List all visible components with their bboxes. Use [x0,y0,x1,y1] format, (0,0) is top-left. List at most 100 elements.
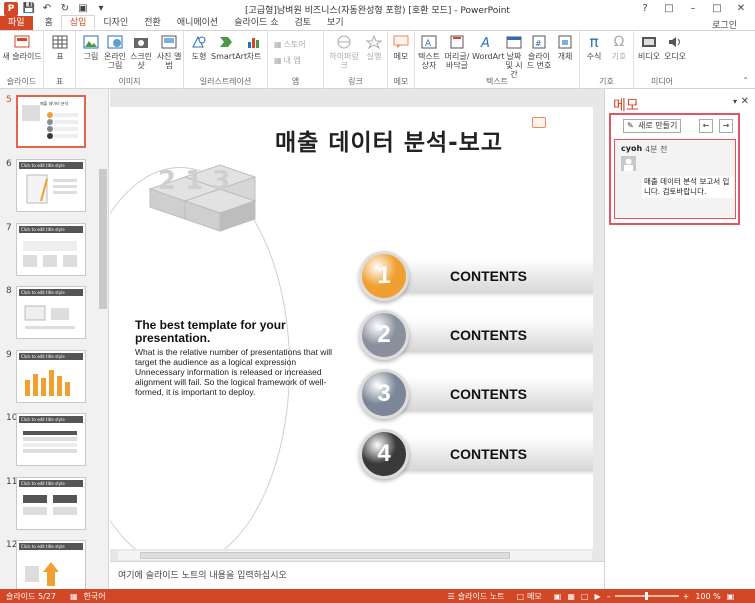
shapes-button[interactable]: 도형 [188,34,210,61]
pictures-button[interactable]: 그림 [80,34,102,61]
zoom-slider[interactable] [614,592,679,600]
screenshot-button[interactable]: 스크린샷 [128,34,154,70]
video-button[interactable]: 비디오 [636,34,662,61]
thumbnail-number: 6 [6,159,12,169]
audio-button[interactable]: 오디오 [662,34,688,61]
comments-toggle-icon[interactable]: □ [516,592,524,601]
group-symbols: π 수식 Ω 기호 기호 [580,31,634,89]
avatar [621,156,636,171]
next-comment-button[interactable]: → [719,119,733,133]
online-pictures-button[interactable]: 온라인 그림 [103,34,127,70]
body-heading[interactable]: The best template for your presentation. [135,319,345,345]
chart-button[interactable]: 차트 [244,34,264,61]
help-icon[interactable]: ? [633,0,657,17]
comment-text[interactable]: 매출 데이터 분석 보고서 입니다. 검토바랍니다. [642,176,734,198]
slide-canvas[interactable]: 2 1 3 매출 데이터 분석-보고 The best template for… [110,107,593,549]
slide-number-button[interactable]: # 슬라이드 번호 [526,34,552,70]
notes-toggle-icon[interactable]: ☰ [448,592,455,601]
tab-animations[interactable]: 애니메이션 [169,16,226,30]
close-icon[interactable]: ✕ [729,0,753,17]
shapes-icon [190,34,208,50]
store-button[interactable]: ▦ 스토어 [274,39,306,50]
normal-view-icon[interactable]: ▣ [554,592,562,601]
tab-view[interactable]: 보기 [319,16,352,30]
tab-file[interactable]: 파일 [0,16,33,30]
reading-view-icon[interactable]: □ [581,592,589,601]
slideshow-view-icon[interactable]: ▶ [594,592,600,601]
wordart-button[interactable]: A WordArt [472,34,504,61]
tab-design[interactable]: 디자인 [95,16,136,30]
group-links: 하이퍼링크 실행 링크 [324,31,388,89]
tab-insert[interactable]: 삽입 [60,15,96,30]
hyperlink-button[interactable]: 하이퍼링크 [326,34,362,70]
login-link[interactable]: 로그인 [712,18,737,31]
slide-title[interactable]: 매출 데이터 분석-보고 [275,123,503,157]
slide-thumbnail-10[interactable]: Click to edit title style [16,413,86,466]
tab-review[interactable]: 검토 [286,16,319,30]
close-pane-icon[interactable]: ✕ [741,96,749,107]
photo-album-button[interactable]: 사진 앨범 [156,34,182,70]
tab-home[interactable]: 홈 [37,16,61,30]
group-slides: 새 슬라이드 슬라이드 [0,31,44,89]
header-footer-button[interactable]: 머리글/바닥글 [442,34,472,70]
new-slide-button[interactable]: 새 슬라이드 [2,34,42,61]
smartart-button[interactable]: SmartArt [211,34,247,61]
previous-comment-button[interactable]: ← [699,119,713,133]
body-text[interactable]: What is the relative number of presentat… [135,347,345,397]
date-time-button[interactable]: 날짜 및 시간 [502,34,526,79]
contents-item-1[interactable]: 1 CONTENTS [357,251,593,301]
tab-slideshow[interactable]: 슬라이드 쇼 [226,16,286,30]
slide-thumbnail-12[interactable]: Click to edit title style [16,540,86,589]
action-button[interactable]: 실행 [364,34,384,61]
maximize-icon[interactable]: □ [705,0,729,17]
slide-sorter-icon[interactable]: ▦ [567,592,575,601]
slide-editor: 2 1 3 매출 데이터 분석-보고 The best template for… [110,89,604,589]
slide-counter: 슬라이드 5/27 [6,591,56,601]
slide-thumbnail-8[interactable]: Click to edit title style [16,286,86,339]
fit-to-window-icon[interactable]: ▣ [727,592,735,601]
contents-item-4[interactable]: 4 CONTENTS [357,429,593,479]
notes-pane[interactable]: 여기에 슬라이드 노트의 내용을 입력하십시오 [110,561,604,589]
zoom-out-icon[interactable]: – [607,592,611,601]
zoom-slider-handle[interactable] [644,592,648,600]
slide-thumbnail-7[interactable]: Click to edit title style [16,223,86,276]
slide-thumbnail-9[interactable]: Click to edit title style [16,350,86,403]
collapse-ribbon-icon[interactable]: ⌃ [742,76,749,85]
minimize-icon[interactable]: – [681,0,705,17]
contents-label: CONTENTS [450,386,527,402]
slide-thumbnail-5[interactable]: 매출 데이터 분석 [16,95,86,148]
scrollbar-thumb[interactable] [99,169,107,309]
scrollbar-thumb[interactable] [140,552,510,559]
table-icon [51,34,69,50]
zoom-in-icon[interactable]: + [683,592,690,601]
my-apps-button[interactable]: ▦ 내 앱 [274,55,301,66]
spellcheck-icon[interactable]: ▦ [70,592,78,601]
svg-text:#: # [535,39,542,48]
pane-options-icon[interactable]: ▾ [733,97,737,106]
comment-button[interactable]: 메모 [391,34,411,61]
comments-highlight-box: ✎ 새로 만들기 ← → cyoh 4분 전 매출 데이터 분석 보고서 입니다… [609,113,740,225]
comments-toggle[interactable]: 메모 [527,591,542,602]
horizontal-scrollbar[interactable] [118,551,592,560]
comment-card[interactable]: cyoh 4분 전 매출 데이터 분석 보고서 입니다. 검토바랍니다. [614,139,736,219]
new-comment-button[interactable]: ✎ 새로 만들기 [623,119,681,133]
svg-text:매출 데이터 분석: 매출 데이터 분석 [40,100,69,106]
slide-thumbnail-11[interactable]: Click to edit title style [16,477,86,530]
object-button[interactable]: 개체 [553,34,577,61]
notes-toggle[interactable]: 슬라이드 노트 [458,591,505,602]
ribbon-display-icon[interactable]: □ [657,0,681,17]
slide-thumbnail-6[interactable]: Click to edit title style [16,159,86,212]
tab-transitions[interactable]: 전환 [136,16,169,30]
contents-item-3[interactable]: 3 CONTENTS [357,369,593,419]
zoom-level[interactable]: 100 % [695,592,720,601]
thumbnail-graphic [25,370,70,396]
thumbnails-scrollbar[interactable] [98,89,108,589]
equation-button[interactable]: π 수식 [582,34,606,61]
group-comments: 메모 메모 [388,31,415,89]
symbol-button[interactable]: Ω 기호 [608,34,630,62]
contents-item-2[interactable]: 2 CONTENTS [357,310,593,360]
table-button[interactable]: 표 [50,34,70,61]
comment-marker-icon[interactable] [532,117,546,128]
textbox-button[interactable]: A 텍스트 상자 [417,34,441,70]
language-status[interactable]: 한국어 [84,591,106,602]
